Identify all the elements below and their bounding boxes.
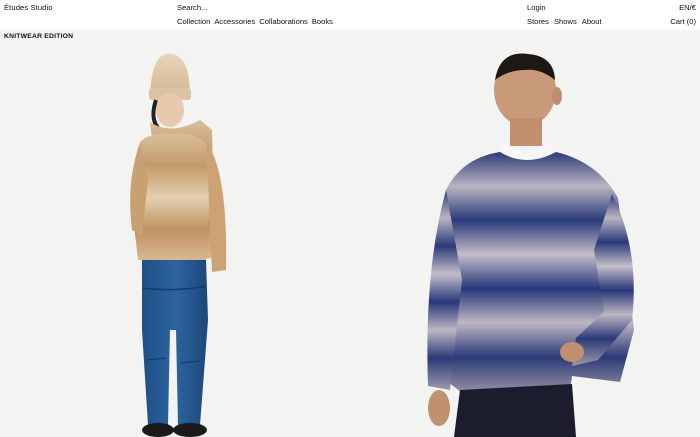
login-link[interactable]: Login xyxy=(527,3,546,12)
model-illustration-right xyxy=(427,53,634,437)
top-header: Études Studio Search... Login EN/€ Colle… xyxy=(0,0,700,30)
product-photo-beige-knit[interactable] xyxy=(0,30,350,437)
nav-item-collection[interactable]: Collection xyxy=(177,17,210,26)
nav-item-books[interactable]: Books xyxy=(312,17,333,26)
nav-item-accessories[interactable]: Accessories xyxy=(214,17,255,26)
cart-link[interactable]: Cart (0) xyxy=(670,17,696,26)
brand-logo-link[interactable]: Études Studio xyxy=(4,3,53,12)
language-currency-selector[interactable]: EN/€ xyxy=(679,3,696,12)
product-photo-navy-knit[interactable] xyxy=(350,30,700,437)
nav-item-collaborations[interactable]: Collaborations xyxy=(259,17,308,26)
nav-item-shows[interactable]: Shows xyxy=(554,17,577,26)
section-title: KNITWEAR EDITION xyxy=(4,33,74,40)
secondary-navigation: Stores Shows About xyxy=(527,17,602,26)
nav-item-about[interactable]: About xyxy=(582,17,602,26)
search-input[interactable]: Search... xyxy=(177,3,207,12)
model-illustration-left xyxy=(130,53,227,437)
main-navigation: Collection Accessories Collaborations Bo… xyxy=(177,17,333,26)
nav-item-stores[interactable]: Stores xyxy=(527,17,549,26)
